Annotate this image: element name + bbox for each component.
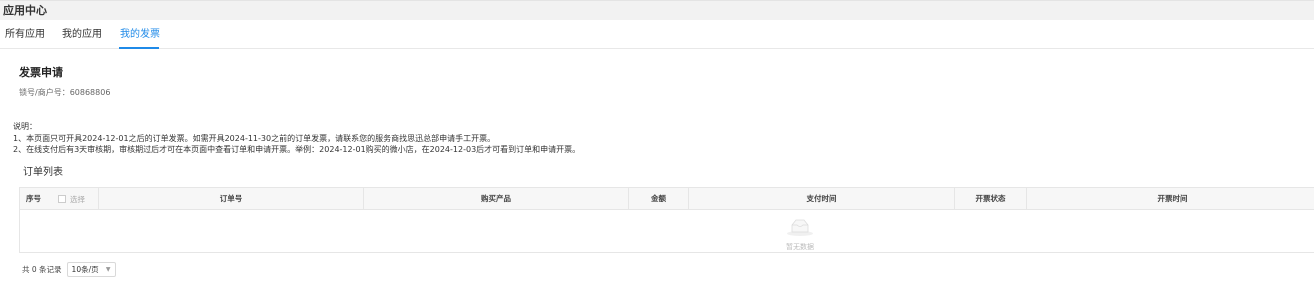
order-list-title: 订单列表 bbox=[23, 167, 63, 178]
active-tab-indicator bbox=[119, 47, 159, 49]
tab-my-apps[interactable]: 我的应用 bbox=[62, 28, 102, 42]
col-select-label: 选择 bbox=[70, 194, 85, 204]
account-number: 锁号/商户号：60868806 bbox=[19, 88, 111, 97]
notes-line-2: 2、在线支付后有3天审核期，审核期过后才可在本页面中查看订单和申请开票。举例：2… bbox=[13, 145, 581, 154]
pagination: 共 0 条记录 10条/页 ▼ bbox=[22, 261, 116, 277]
table-header: 序号 选择 订单号 购买产品 金额 支付时间 开票状态 开票时间 bbox=[20, 188, 1314, 210]
app-header: 应用中心 bbox=[0, 0, 1314, 20]
notes-heading: 说明： bbox=[13, 122, 37, 131]
tab-bar: 所有应用 我的应用 我的发票 bbox=[0, 20, 1314, 49]
col-amount: 金额 bbox=[629, 188, 689, 210]
select-all[interactable]: 选择 bbox=[58, 188, 85, 210]
col-invoice-status: 开票状态 bbox=[955, 188, 1027, 210]
tab-my-invoices[interactable]: 我的发票 bbox=[120, 28, 160, 42]
page-title: 发票申请 bbox=[19, 66, 63, 79]
empty-text: 暂无数据 bbox=[786, 243, 814, 251]
empty-state: 暂无数据 bbox=[780, 218, 820, 252]
col-pay-time: 支付时间 bbox=[689, 188, 955, 210]
total-records: 共 0 条记录 bbox=[22, 264, 62, 274]
tab-all-apps[interactable]: 所有应用 bbox=[5, 28, 45, 42]
col-invoice-time: 开票时间 bbox=[1157, 194, 1188, 203]
col-product: 购买产品 bbox=[364, 188, 629, 210]
app-title: 应用中心 bbox=[3, 4, 47, 17]
order-table: 序号 选择 订单号 购买产品 金额 支付时间 开票状态 开票时间 暂无数据 bbox=[19, 187, 1314, 253]
page-size-value: 10条/页 bbox=[71, 264, 99, 274]
col-index: 序号 bbox=[26, 194, 41, 203]
chevron-down-icon: ▼ bbox=[105, 265, 111, 273]
col-order-no: 订单号 bbox=[99, 188, 364, 210]
empty-box-icon bbox=[787, 219, 813, 236]
notes-line-1: 1、本页面只可开具2024-12-01之后的订单发票。如需开具2024-11-3… bbox=[13, 133, 496, 143]
select-all-checkbox[interactable] bbox=[58, 195, 66, 203]
page-size-select[interactable]: 10条/页 ▼ bbox=[66, 261, 116, 277]
notes-section: 说明： 1、本页面只可开具2024-12-01之后的订单发票。如需开具2024-… bbox=[13, 121, 580, 156]
